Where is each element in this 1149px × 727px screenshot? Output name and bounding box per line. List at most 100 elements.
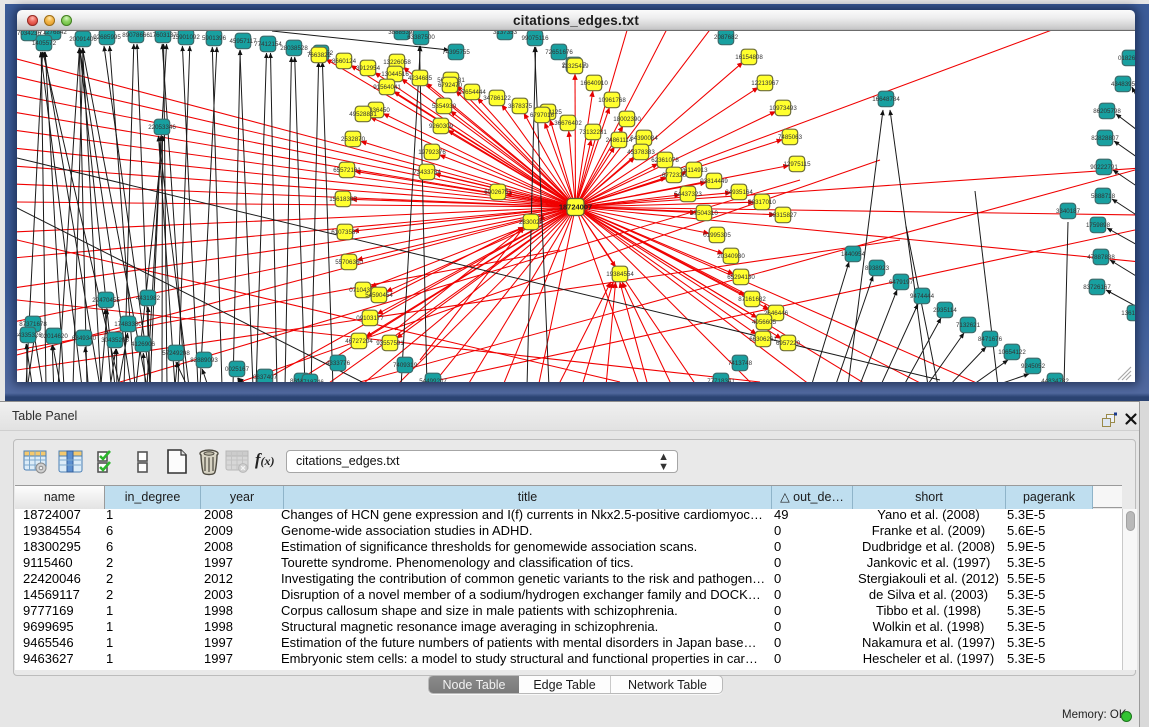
svg-text:62361078: 62361078 [651, 157, 679, 164]
svg-text:24861114: 24861114 [606, 137, 633, 144]
svg-text:86205798: 86205798 [1093, 108, 1121, 115]
svg-text:99315827: 99315827 [769, 212, 797, 219]
svg-text:54437323: 54437323 [674, 191, 702, 198]
svg-text:2532870: 2532870 [341, 136, 366, 143]
svg-text:13044516: 13044516 [381, 71, 409, 78]
svg-text:8471676: 8471676 [978, 336, 1003, 343]
svg-text:9260309: 9260309 [429, 123, 454, 130]
svg-text:7409319: 7409319 [393, 362, 418, 369]
svg-text:16154808: 16154808 [735, 54, 763, 61]
svg-text:4333776: 4333776 [326, 360, 351, 367]
svg-text:89078666: 89078666 [122, 32, 150, 39]
svg-text:90222791: 90222791 [1090, 164, 1118, 171]
svg-text:30435205: 30435205 [101, 337, 129, 344]
svg-text:09103177: 09103177 [356, 315, 384, 322]
svg-text:5354930: 5354930 [432, 103, 457, 110]
svg-text:7413748: 7413748 [728, 360, 753, 367]
svg-text:17483380: 17483380 [114, 321, 142, 328]
svg-text:93814449: 93814449 [700, 178, 728, 185]
svg-text:45957117: 45957117 [229, 38, 257, 45]
svg-text:6957220: 6957220 [776, 340, 801, 347]
svg-text:61073587: 61073587 [331, 229, 359, 236]
svg-text:6849340: 6849340 [72, 335, 97, 342]
svg-text:60026751: 60026751 [484, 189, 512, 196]
svg-text:6792470: 6792470 [438, 82, 463, 89]
svg-text:11325419: 11325419 [561, 63, 589, 70]
svg-text:8660124: 8660124 [332, 58, 357, 65]
svg-text:02685995: 02685995 [93, 34, 121, 41]
svg-text:12975115: 12975115 [783, 161, 811, 168]
svg-text:0025167: 0025167 [225, 366, 250, 373]
svg-text:83726167: 83726167 [1083, 284, 1111, 291]
svg-text:74395755: 74395755 [442, 49, 470, 56]
svg-text:4348395: 4348395 [1111, 81, 1135, 88]
svg-text:37504310: 37504310 [690, 210, 718, 217]
svg-text:19792376: 19792376 [418, 149, 446, 156]
svg-text:57249208: 57249208 [162, 350, 190, 357]
svg-text:19384554: 19384554 [606, 271, 634, 278]
svg-text:01995305: 01995305 [703, 232, 731, 239]
svg-text:7663822: 7663822 [307, 52, 332, 59]
svg-text:65572101: 65572101 [333, 167, 361, 174]
svg-text:63387500: 63387500 [407, 34, 435, 41]
svg-text:1759898: 1759898 [1086, 222, 1111, 229]
svg-text:9245052: 9245052 [1021, 363, 1046, 370]
svg-text:20340930: 20340930 [717, 253, 745, 260]
svg-text:65294130: 65294130 [727, 274, 755, 281]
svg-text:3912954: 3912954 [356, 65, 381, 72]
svg-text:15901092: 15901092 [172, 34, 200, 41]
svg-text:0837407: 0837407 [253, 374, 278, 381]
svg-text:91564041: 91564041 [373, 84, 401, 91]
svg-text:73433734: 73433734 [413, 169, 441, 176]
svg-text:10654122: 10654122 [998, 349, 1026, 356]
svg-text:13613412: 13613412 [1121, 310, 1135, 317]
svg-text:5888718: 5888718 [1091, 193, 1116, 200]
svg-text:22470455: 22470455 [92, 297, 120, 304]
svg-text:46727204: 46727204 [345, 338, 373, 345]
svg-text:82828807: 82828807 [1091, 135, 1119, 142]
svg-text:10973493: 10973493 [769, 105, 797, 112]
svg-text:34786122: 34786122 [483, 95, 511, 102]
svg-text:84335326: 84335326 [17, 332, 42, 339]
svg-text:18724007: 18724007 [559, 203, 592, 212]
svg-text:2087682: 2087682 [714, 34, 739, 41]
svg-text:3137353: 3137353 [493, 31, 518, 36]
svg-text:8938923: 8938923 [865, 265, 890, 272]
svg-text:47887838: 47887838 [1087, 254, 1115, 261]
svg-text:54590454: 54590454 [365, 292, 393, 299]
svg-text:99075116: 99075116 [521, 35, 549, 42]
svg-text:16640910: 16640910 [580, 80, 608, 87]
svg-text:28038528: 28038528 [280, 45, 308, 52]
svg-text:04718746: 04718746 [296, 379, 324, 382]
svg-text:24935164: 24935164 [725, 189, 753, 196]
svg-text:2935114: 2935114 [933, 307, 957, 314]
svg-text:4234685: 4234685 [408, 75, 433, 82]
svg-text:6479197: 6479197 [889, 279, 914, 286]
svg-text:12213967: 12213967 [751, 80, 779, 87]
svg-text:7132621: 7132621 [956, 322, 981, 329]
svg-text:0182633: 0182633 [1118, 55, 1135, 62]
svg-text:9474444: 9474444 [910, 293, 935, 300]
svg-text:10961768: 10961768 [598, 97, 626, 104]
svg-text:1440954: 1440954 [841, 251, 866, 258]
svg-text:45378383: 45378383 [627, 149, 655, 156]
svg-text:54499207: 54499207 [419, 378, 447, 382]
svg-text:55706360: 55706360 [335, 259, 363, 266]
svg-text:18002390: 18002390 [613, 116, 641, 123]
svg-text:44834782: 44834782 [1041, 378, 1069, 382]
svg-text:82889093: 82889093 [190, 357, 218, 364]
svg-text:02014620: 02014620 [40, 333, 68, 340]
svg-text:64390084: 64390084 [630, 135, 658, 142]
svg-text:6797016: 6797016 [530, 112, 555, 119]
svg-text:5901396: 5901396 [202, 35, 227, 42]
svg-text:77412154: 77412154 [254, 41, 282, 48]
svg-text:15618365: 15618365 [329, 196, 357, 203]
svg-text:73132281: 73132281 [579, 129, 607, 136]
svg-text:93557591: 93557591 [376, 340, 404, 347]
svg-text:36676402: 36676402 [554, 120, 582, 127]
svg-text:27654444: 27654444 [458, 89, 486, 96]
svg-text:3878375: 3878375 [508, 103, 533, 110]
svg-text:49528831: 49528831 [349, 111, 377, 118]
svg-text:66306261: 66306261 [749, 336, 777, 343]
svg-text:22053346: 22053346 [148, 124, 176, 131]
